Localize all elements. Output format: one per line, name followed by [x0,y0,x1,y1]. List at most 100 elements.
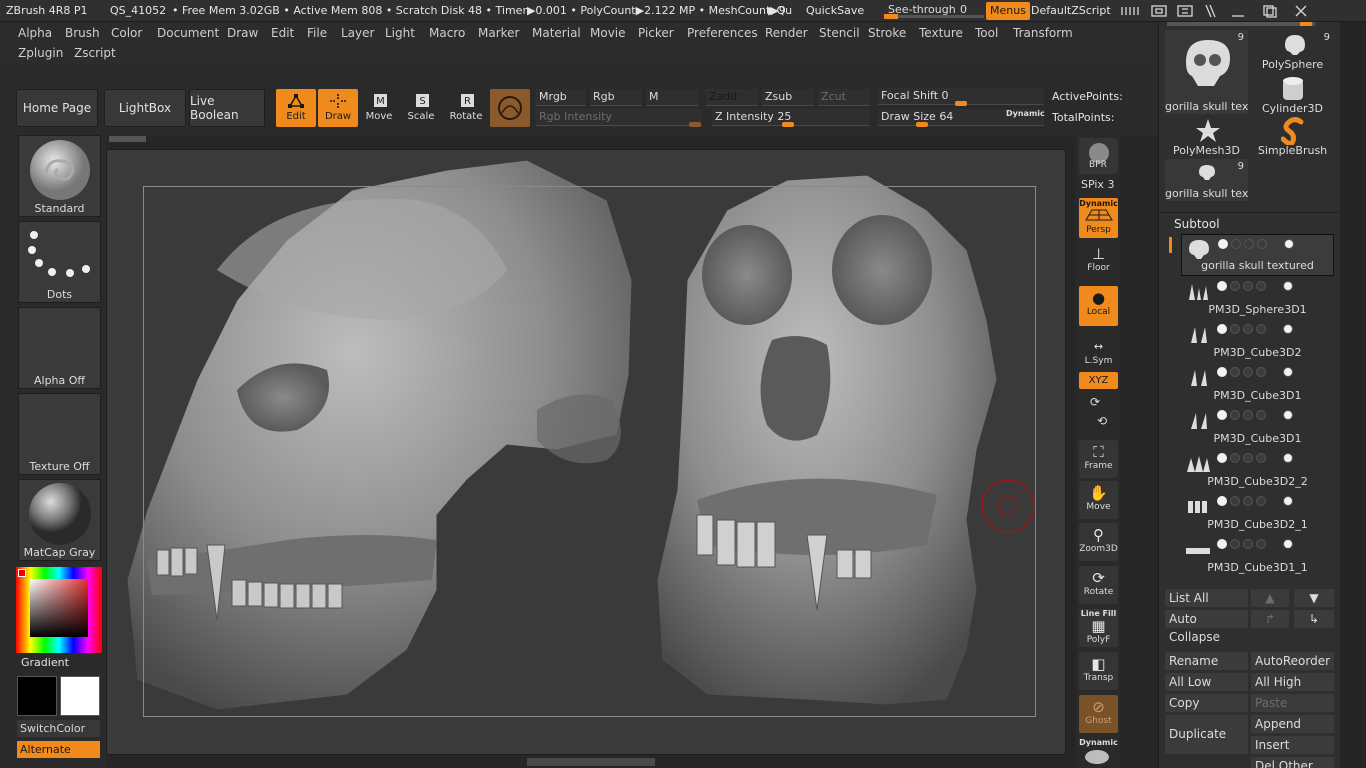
auto-collapse-button[interactable]: Auto Collapse [1165,610,1248,644]
draw-mode-button[interactable]: Draw [318,89,358,127]
menu-zplugin[interactable]: Zplugin [18,46,63,60]
alternate-button[interactable]: Alternate [17,741,100,758]
see-through-knob[interactable] [884,14,898,19]
menu-zscript[interactable]: Zscript [74,46,116,60]
subtool-item-sphere3d1[interactable]: PM3D_Sphere3D1 [1181,277,1334,319]
menu-layer[interactable]: Layer [341,26,374,40]
arrow-up-right-button[interactable]: ↱ [1251,610,1289,628]
frame-button[interactable]: ⛶ Frame [1079,440,1118,478]
menu-picker[interactable]: Picker [638,26,674,40]
floor-button[interactable]: ⊥ Floor [1079,242,1118,280]
subtool-item-cube3d1-1[interactable]: PM3D_Cube3D1_1 [1181,535,1334,577]
insert-button[interactable]: Insert [1251,736,1334,754]
subtool-toggles[interactable] [1218,239,1338,251]
append-button[interactable]: Append [1251,715,1334,733]
rotate-view-button[interactable]: ⟳ Rotate [1079,566,1118,604]
menu-stroke[interactable]: Stroke [868,26,906,40]
draw-size-knob[interactable] [916,122,928,127]
subtool-item-cube3d2-2[interactable]: PM3D_Cube3D2_2 [1181,449,1334,491]
see-through-slider[interactable]: See-through 0 [884,3,984,19]
gradient-label[interactable]: Gradient [21,656,69,669]
menu-edit[interactable]: Edit [271,26,294,40]
all-high-button[interactable]: All High [1251,673,1334,691]
all-low-button[interactable]: All Low [1165,673,1248,691]
zadd-button[interactable]: Zadd [706,89,758,106]
del-other-button[interactable]: Del Other [1251,757,1334,768]
main-color-swatch[interactable] [17,676,57,716]
m-button[interactable]: M [646,89,698,106]
rotate-mode-button[interactable]: R Rotate [446,89,486,127]
persp-button[interactable]: Dynamic Persp [1079,198,1118,238]
switchcolor-button[interactable]: SwitchColor [17,720,100,737]
move-up-button[interactable]: ▲ [1251,589,1289,607]
autoreorder-button[interactable]: AutoReorder [1251,652,1334,670]
menu-preferences[interactable]: Preferences [687,26,758,40]
document-tab-handle[interactable] [109,136,146,142]
rename-button[interactable]: Rename [1165,652,1248,670]
bottom-tray-handle[interactable] [527,758,655,766]
zsub-button[interactable]: Zsub [762,89,814,106]
brush-selector[interactable]: Standard [18,135,101,217]
alpha-selector[interactable]: Alpha Off [18,307,101,389]
rgb-intensity-slider[interactable]: Rgb Intensity [536,109,702,126]
lsym-button[interactable]: ↔ L.Sym [1079,337,1118,366]
texture-selector[interactable]: Texture Off [18,393,101,475]
tool-tile-polymesh3d[interactable]: PolyMesh3D [1165,116,1248,158]
ghost-button[interactable]: ⊘ Ghost [1079,695,1118,733]
subtool-toggles[interactable] [1217,539,1337,551]
duplicate-button[interactable]: Duplicate [1165,715,1248,754]
list-all-button[interactable]: List All [1165,589,1248,607]
edit-mode-button[interactable]: Edit [276,89,316,127]
subtool-toggles[interactable] [1217,367,1337,379]
tool-tile-simplebrush[interactable]: SimpleBrush [1251,116,1334,158]
zcut-button[interactable]: Zcut [818,89,870,106]
menu-draw[interactable]: Draw [227,26,258,40]
arrow-down-right-button[interactable]: ↳ [1294,610,1334,628]
subtool-scroll-indicator[interactable] [1169,237,1172,253]
secondary-color-swatch[interactable] [60,676,100,716]
mrgb-button[interactable]: Mrgb [536,89,586,106]
subtool-toggles[interactable] [1217,453,1337,465]
menu-macro[interactable]: Macro [429,26,465,40]
qu-label[interactable]: ▶Qu [768,4,792,17]
menu-brush[interactable]: Brush [65,26,100,40]
rotate-y-icon[interactable]: ⟳ [1090,395,1100,409]
bpr-button[interactable]: BPR [1079,138,1118,174]
move-down-button[interactable]: ▼ [1294,589,1334,607]
tool-tile-gorilla-skull[interactable]: 9 gorilla skull text [1165,30,1248,114]
subtool-toggles[interactable] [1217,410,1337,422]
subtool-item-cube3d1-b[interactable]: PM3D_Cube3D1 [1181,406,1334,448]
menu-texture[interactable]: Texture [919,26,963,40]
subtool-toggles[interactable] [1217,324,1337,336]
home-page-button[interactable]: Home Page [16,89,98,127]
menu-movie[interactable]: Movie [590,26,626,40]
quicksave-button[interactable]: QuickSave [806,4,864,17]
scale-mode-button[interactable]: S Scale [401,89,441,127]
live-boolean-button[interactable]: Live Boolean [189,89,265,127]
subtool-item-cube3d1[interactable]: PM3D_Cube3D1 [1181,363,1334,405]
material-selector[interactable]: MatCap Gray [18,479,101,561]
rgb-intensity-knob[interactable] [689,122,701,127]
move-view-button[interactable]: ✋ Move [1079,481,1118,519]
subtool-toggles[interactable] [1217,496,1337,508]
move-mode-button[interactable]: M Move [359,89,399,127]
polyf-button[interactable]: Line Fill ▦ PolyF [1079,609,1118,647]
spix-slider[interactable]: SPix 3 [1081,178,1114,191]
subtool-title[interactable]: Subtool [1174,217,1220,231]
subtool-toggles[interactable] [1217,281,1337,293]
rgb-button[interactable]: Rgb [590,89,642,106]
menu-alpha[interactable]: Alpha [18,26,52,40]
menu-tool[interactable]: Tool [975,26,998,40]
xyz-button[interactable]: XYZ [1079,372,1118,389]
color-saturation-square[interactable] [30,579,88,637]
zoom3d-button[interactable]: ⚲ Zoom3D [1079,523,1118,561]
lightbox-button[interactable]: LightBox [104,89,186,127]
default-zscript-button[interactable]: DefaultZScript [1031,4,1111,17]
subtool-item-gorilla-skull-textured[interactable]: gorilla skull textured [1181,234,1334,276]
solo-icon[interactable] [1085,750,1109,764]
color-picker[interactable] [16,567,102,653]
rotate-z-icon[interactable]: ⟲ [1097,414,1107,428]
focal-shift-knob[interactable] [955,101,967,106]
menu-document[interactable]: Document [157,26,219,40]
tool-tile-gorilla-skull-2[interactable]: 9 gorilla skull text [1165,159,1248,201]
